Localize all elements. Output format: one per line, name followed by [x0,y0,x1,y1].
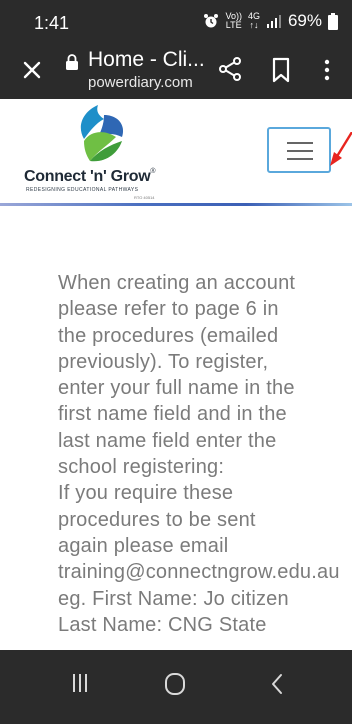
logo-registered-mark: ® [150,168,156,175]
battery-icon [328,12,338,30]
system-nav-bar [0,650,352,724]
text-line: last name field enter the [58,429,277,452]
logo-rto: RTO 40514 [134,195,155,200]
page-title[interactable]: Home - Cli... [88,48,205,72]
logo-tagline: REDESIGNING EDUCATIONAL PATHWAYS [26,187,139,193]
browser-toolbar: Home - Cli... powerdiary.com [0,44,352,99]
text-line: procedures to be sent [58,508,256,531]
hamburger-line [287,150,313,152]
page-domain[interactable]: powerdiary.com [88,74,193,91]
volte-indicator: Vo)) LTE [225,12,242,30]
hamburger-menu-button[interactable] [267,127,331,173]
bookmark-icon[interactable] [271,57,291,83]
network-activity-label: ↑↓ [249,20,259,30]
text-line: If you require these [58,482,234,505]
battery-percent: 69% [287,11,322,30]
text-line: previously). To register, [58,350,269,373]
text-line: again please email [58,534,229,557]
logo-mark-icon [80,105,124,162]
text-line: eg. First Name: Jo citizen [58,587,289,610]
logo-name-text: Connect 'n' Grow [24,168,151,185]
signal-icon [266,15,281,28]
hamburger-line [287,158,313,160]
status-time: 1:41 [34,13,70,33]
email-link[interactable]: training@connectngrow.edu.au [58,559,348,585]
annotation-arrow-icon [330,132,352,166]
hamburger-line [287,142,313,144]
close-icon[interactable] [20,58,44,82]
text-line: the procedures (emailed [58,324,279,347]
logo-name: Connect 'n' Grow® [24,168,156,186]
alarm-icon [204,14,219,28]
network-indicator: 4G ↑↓ [248,12,260,30]
more-vertical-icon[interactable] [322,58,332,82]
lock-icon [66,54,78,70]
header-divider [0,203,352,206]
volte-bottom-label: LTE [225,20,242,30]
status-icons: Vo)) LTE 4G ↑↓ 69% [203,11,338,31]
text-line: first name field and in the [58,403,287,426]
text-line: please refer to page 6 in [58,298,279,321]
instructions-text: When creating an account please refer to… [58,270,348,650]
site-header: Connect 'n' Grow® REDESIGNING EDUCATIONA… [0,99,352,206]
home-icon[interactable] [164,672,186,696]
text-line: When creating an account [58,272,296,294]
back-icon[interactable] [270,672,284,696]
text-line: Last Name: CNG State [58,613,267,636]
share-icon[interactable] [218,56,242,82]
text-line: enter your full name in the [58,377,295,400]
status-bar: 1:41 Vo)) LTE 4G ↑↓ 69% [0,0,352,44]
text-line: school registering: [58,456,225,479]
recent-apps-icon[interactable] [70,672,90,694]
site-logo[interactable]: Connect 'n' Grow® REDESIGNING EDUCATIONA… [24,99,170,201]
